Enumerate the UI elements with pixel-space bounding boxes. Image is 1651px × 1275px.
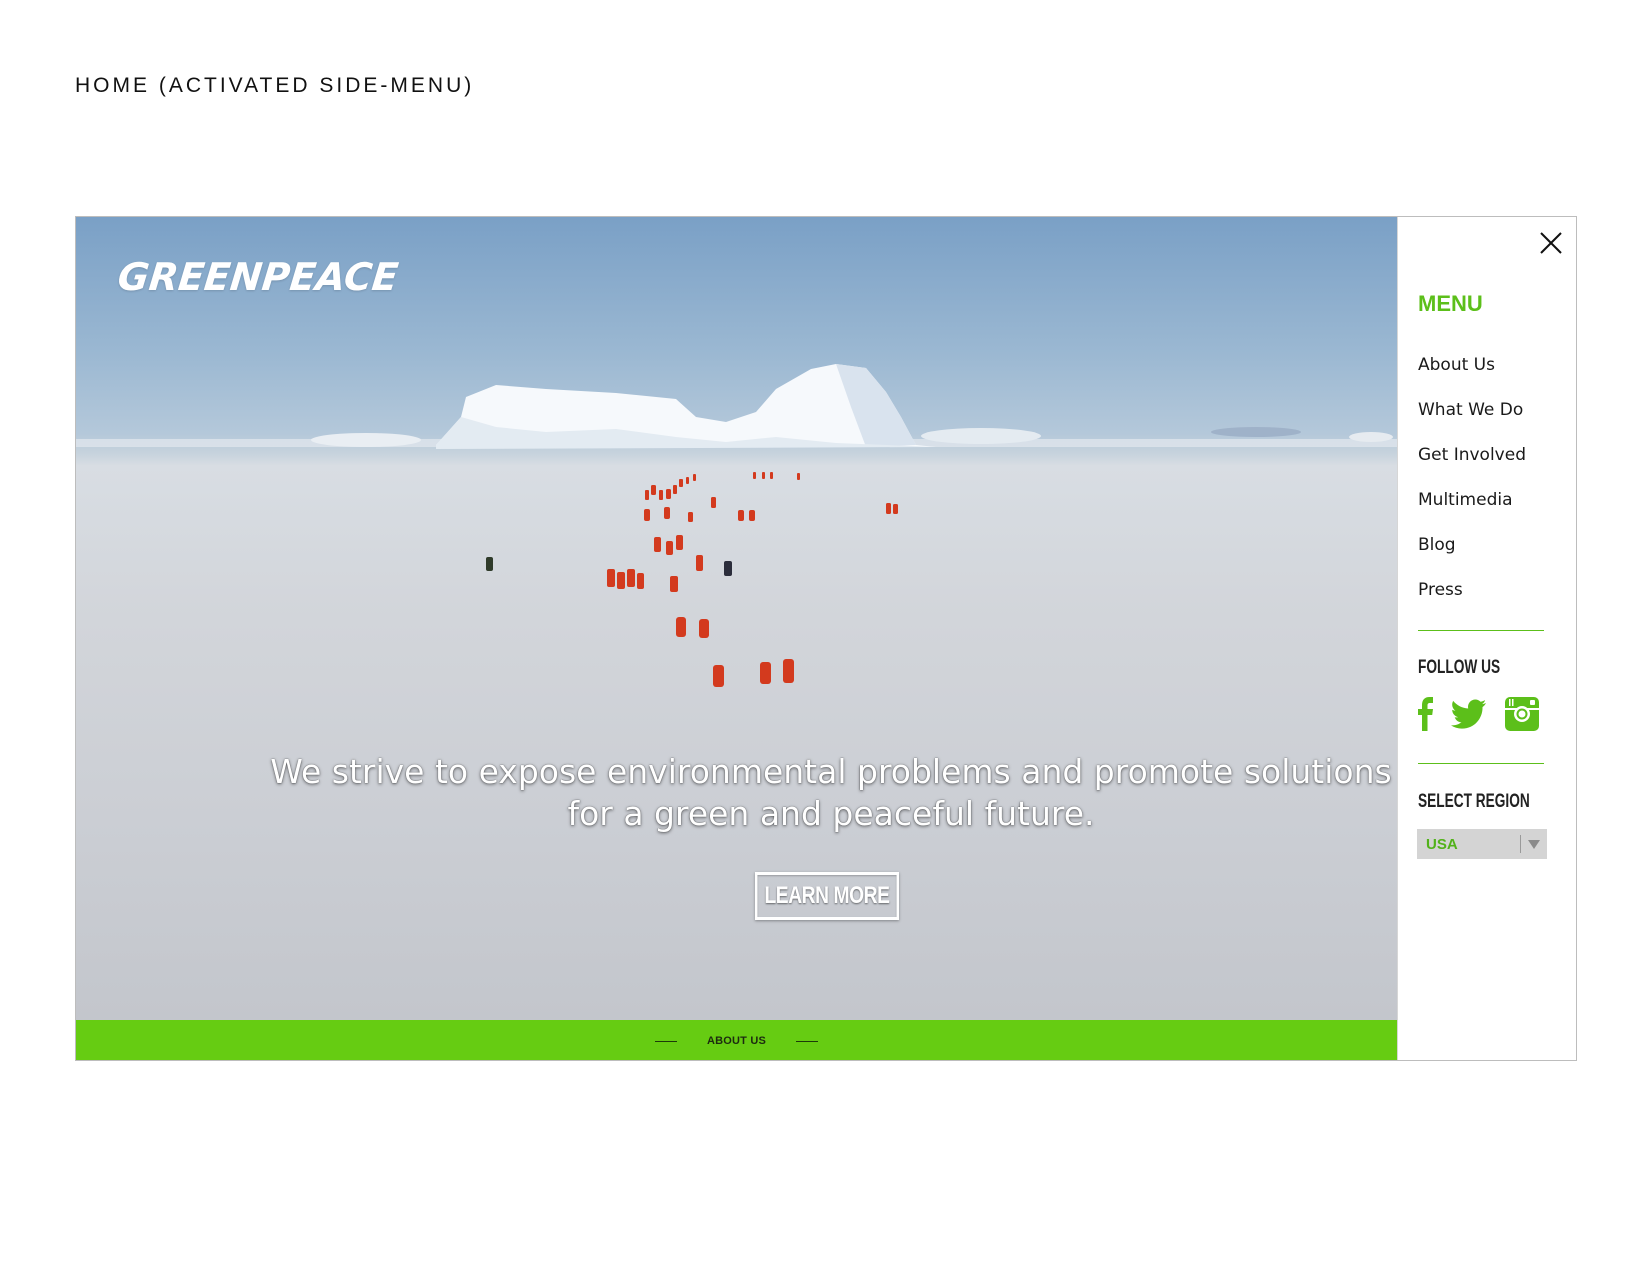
website-mockup: GREENPEACE We strive to expose environme…	[75, 216, 1577, 1061]
page-title: HOME (ACTIVATED SIDE-MENU)	[75, 74, 475, 97]
region-select-separator	[1520, 835, 1521, 853]
follow-us-heading: FOLLOW US	[1418, 657, 1501, 678]
hero-tagline: We strive to expose environmental proble…	[270, 752, 1392, 833]
menu-item-get-involved[interactable]: Get Involved	[1418, 445, 1526, 490]
menu-item-what-we-do[interactable]: What We Do	[1418, 400, 1526, 445]
chevron-down-icon	[1528, 840, 1540, 849]
hero-section: GREENPEACE We strive to expose environme…	[76, 217, 1397, 1020]
menu-divider	[1418, 630, 1544, 631]
social-links	[1417, 697, 1539, 731]
facebook-icon[interactable]	[1417, 697, 1433, 731]
menu-title: MENU	[1418, 291, 1483, 316]
about-us-bar: ABOUT US	[76, 1020, 1397, 1060]
select-region-heading: SELECT REGION	[1418, 791, 1530, 812]
region-select[interactable]: USA	[1417, 829, 1547, 859]
menu-item-about-us[interactable]: About Us	[1418, 355, 1526, 400]
menu-item-press[interactable]: Press	[1418, 580, 1526, 625]
menu-item-blog[interactable]: Blog	[1418, 535, 1526, 580]
about-us-link[interactable]: ABOUT US	[707, 1035, 766, 1047]
social-divider	[1418, 763, 1544, 764]
menu-item-multimedia[interactable]: Multimedia	[1418, 490, 1526, 535]
close-icon[interactable]	[1538, 230, 1564, 256]
right-dash-divider	[796, 1040, 819, 1042]
twitter-icon[interactable]	[1451, 699, 1487, 729]
region-select-value: USA	[1426, 836, 1458, 853]
menu-list: About Us What We Do Get Involved Multime…	[1418, 355, 1526, 625]
learn-more-button[interactable]: LEARN MORE	[755, 872, 899, 920]
instagram-icon[interactable]	[1505, 697, 1539, 731]
arctic-hero-image	[76, 364, 1397, 687]
left-dash-divider	[654, 1040, 677, 1042]
side-menu: MENU About Us What We Do Get Involved Mu…	[1397, 217, 1576, 1060]
greenpeace-logo[interactable]: GREENPEACE	[116, 255, 401, 299]
